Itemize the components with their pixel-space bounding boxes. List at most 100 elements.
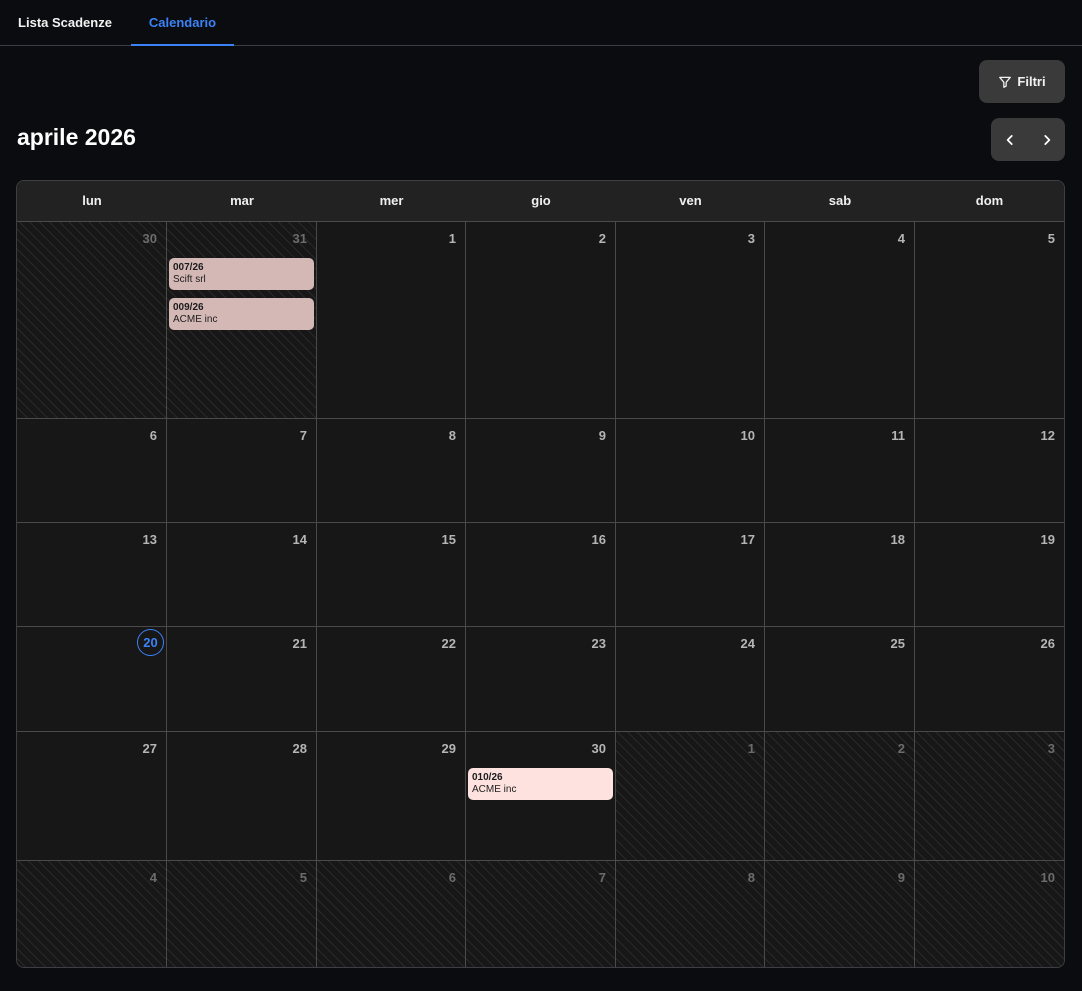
day-number: 16: [591, 532, 606, 547]
day-cell[interactable]: 15: [317, 523, 466, 627]
day-cell[interactable]: 10: [915, 861, 1064, 967]
day-number: 8: [448, 428, 456, 443]
day-cell[interactable]: 31 007/26 Scift srl 009/26 ACME inc: [167, 222, 317, 419]
day-number: 3: [1047, 741, 1055, 756]
day-number: 25: [890, 636, 905, 651]
event-client: ACME inc: [472, 784, 517, 795]
day-cell[interactable]: 26: [915, 627, 1064, 732]
day-number: 13: [142, 532, 157, 547]
day-cell[interactable]: 13: [17, 523, 167, 627]
day-cell[interactable]: 23: [466, 627, 616, 732]
filter-button-label: Filtri: [1017, 74, 1046, 89]
day-number: 31: [292, 231, 307, 246]
day-number: 19: [1040, 532, 1055, 547]
day-cell[interactable]: 2: [765, 732, 915, 861]
day-cell[interactable]: 5: [167, 861, 317, 967]
weekday-mar: mar: [230, 193, 254, 208]
day-number: 8: [747, 870, 755, 885]
day-cell[interactable]: 1: [616, 732, 765, 861]
day-number: 7: [299, 428, 307, 443]
day-number: 2: [897, 741, 905, 756]
day-number: 21: [292, 636, 307, 651]
event-chip[interactable]: 007/26 Scift srl: [169, 258, 314, 290]
calendar-grid: lun mar mer gio ven sab dom 30 31 007/26 Scift sr…: [16, 180, 1065, 968]
day-number: 5: [299, 870, 307, 885]
tab-bar: Lista Scadenze Calendario: [0, 0, 1082, 46]
day-cell[interactable]: 1: [317, 222, 466, 419]
filter-button[interactable]: Filtri: [979, 60, 1065, 103]
day-cell[interactable]: 6: [317, 861, 466, 967]
day-number: 9: [598, 428, 606, 443]
tab-calendario[interactable]: Calendario: [131, 0, 234, 46]
day-cell[interactable]: 6: [17, 419, 167, 523]
day-cell[interactable]: 22: [317, 627, 466, 732]
day-number: 10: [740, 428, 755, 443]
next-month-button[interactable]: [1028, 118, 1065, 161]
day-number: 24: [740, 636, 755, 651]
day-cell[interactable]: 18: [765, 523, 915, 627]
day-number: 12: [1040, 428, 1055, 443]
day-number: 29: [441, 741, 456, 756]
day-cell[interactable]: 28: [167, 732, 317, 861]
day-number: 23: [591, 636, 606, 651]
day-cell[interactable]: 29: [317, 732, 466, 861]
day-cell[interactable]: 5: [915, 222, 1064, 419]
day-cell[interactable]: 27: [17, 732, 167, 861]
day-cell[interactable]: 30 010/26 ACME inc: [466, 732, 616, 861]
day-cell[interactable]: 24: [616, 627, 765, 732]
day-cell[interactable]: 17: [616, 523, 765, 627]
day-cell[interactable]: 4: [765, 222, 915, 419]
chevron-left-icon: [1006, 134, 1013, 145]
day-number: 4: [897, 231, 905, 246]
day-cell[interactable]: 20: [17, 627, 167, 732]
tab-lista-scadenze[interactable]: Lista Scadenze: [3, 0, 127, 46]
prev-month-button[interactable]: [991, 118, 1028, 161]
day-cell[interactable]: 11: [765, 419, 915, 523]
day-cell[interactable]: 8: [616, 861, 765, 967]
day-cell[interactable]: 7: [466, 861, 616, 967]
today-day-number: 20: [137, 629, 164, 656]
day-cell[interactable]: 30: [17, 222, 167, 419]
day-cell[interactable]: 19: [915, 523, 1064, 627]
day-number: 22: [441, 636, 456, 651]
event-code: 010/26: [472, 772, 503, 783]
event-code: 009/26: [173, 302, 204, 313]
day-cell[interactable]: 16: [466, 523, 616, 627]
day-number: 2: [598, 231, 606, 246]
day-number: 27: [142, 741, 157, 756]
weekday-gio: gio: [531, 193, 551, 208]
day-cell[interactable]: 4: [17, 861, 167, 967]
day-number: 7: [598, 870, 606, 885]
day-number: 9: [897, 870, 905, 885]
day-number: 26: [1040, 636, 1055, 651]
day-cell[interactable]: 25: [765, 627, 915, 732]
event-chip[interactable]: 009/26 ACME inc: [169, 298, 314, 330]
event-code: 007/26: [173, 262, 204, 273]
day-cell[interactable]: 12: [915, 419, 1064, 523]
day-cell[interactable]: 9: [466, 419, 616, 523]
day-number: 15: [441, 532, 456, 547]
day-cell[interactable]: 2: [466, 222, 616, 419]
day-number: 1: [747, 741, 755, 756]
day-cell[interactable]: 3: [915, 732, 1064, 861]
day-number: 14: [292, 532, 307, 547]
day-cell[interactable]: 3: [616, 222, 765, 419]
chevron-right-icon: [1043, 134, 1050, 145]
event-client: ACME inc: [173, 314, 218, 325]
day-cell[interactable]: 9: [765, 861, 915, 967]
day-number: 28: [292, 741, 307, 756]
day-cell[interactable]: 21: [167, 627, 317, 732]
weekday-dom: dom: [975, 193, 1004, 208]
day-number: 4: [149, 870, 157, 885]
day-number: 11: [891, 428, 905, 443]
filter-icon: [999, 76, 1012, 88]
day-number: 17: [740, 532, 755, 547]
event-chip[interactable]: 010/26 ACME inc: [468, 768, 613, 800]
day-cell[interactable]: 10: [616, 419, 765, 523]
day-cell[interactable]: 8: [317, 419, 466, 523]
month-navigation: [991, 118, 1065, 161]
day-cell[interactable]: 7: [167, 419, 317, 523]
day-number: 30: [142, 231, 157, 246]
weekday-header: lun mar mer gio ven sab dom: [17, 181, 1064, 222]
day-cell[interactable]: 14: [167, 523, 317, 627]
